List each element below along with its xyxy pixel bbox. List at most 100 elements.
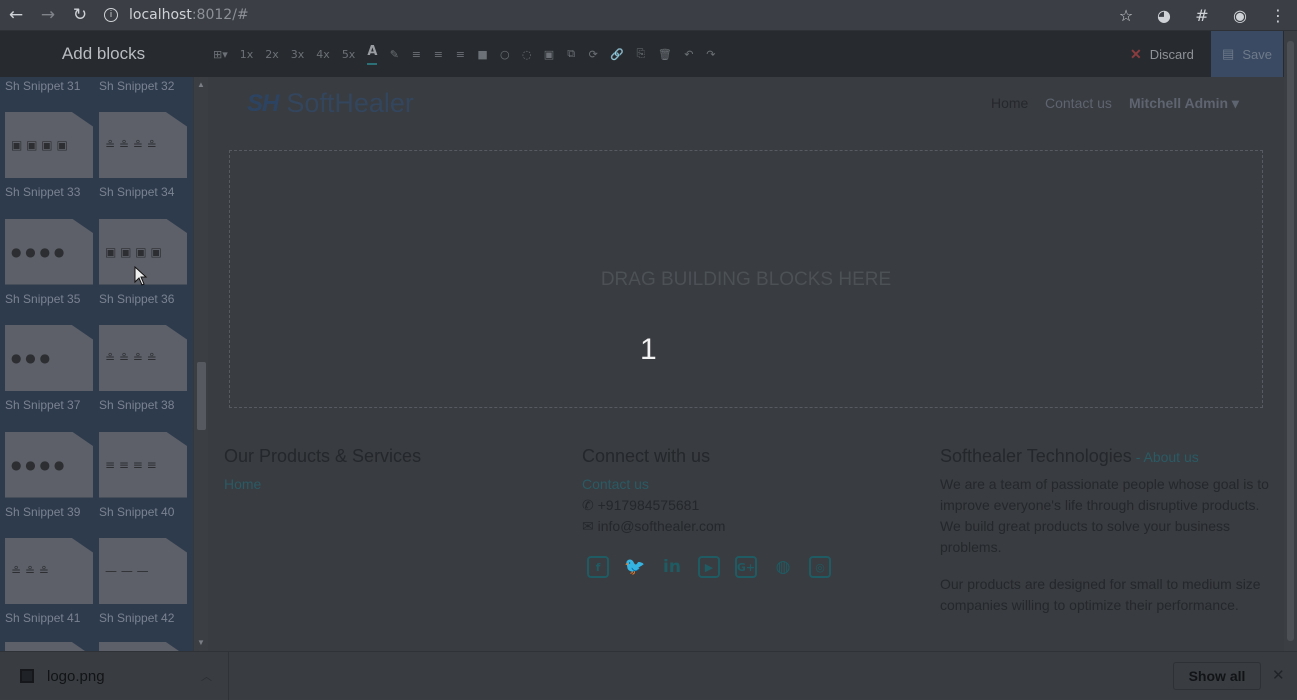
- toolbar-tool[interactable]: ↶: [684, 48, 694, 61]
- toolbar-tool[interactable]: ⧉: [566, 47, 576, 61]
- sh-badge: SH: [81, 432, 91, 440]
- snippet-thumbnail[interactable]: [5, 642, 93, 651]
- snippet-thumbnail[interactable]: SH ● ● ●: [5, 325, 93, 391]
- sidebar-scrollbar[interactable]: ▲ ▼: [193, 77, 208, 651]
- email-address: info@softhealer.com: [597, 518, 726, 534]
- footer-about-title: Softhealer Technologies - About us: [940, 446, 1199, 467]
- snippet-preview: ≗ ≗ ≗ ≗: [105, 351, 157, 365]
- url-port: :8012/#: [191, 7, 249, 23]
- nav-contact[interactable]: Contact us: [1045, 95, 1112, 111]
- snippet-thumbnail[interactable]: SH ● ● ● ●: [5, 431, 93, 498]
- sh-badge: SH: [81, 219, 91, 227]
- sh-badge: SH: [175, 219, 185, 227]
- discard-button[interactable]: ✕ Discard: [1120, 31, 1204, 77]
- snippet-thumbnail[interactable]: SH ● ● ● ●: [5, 218, 93, 285]
- site-logo[interactable]: SH SoftHealer: [247, 88, 414, 119]
- show-all-button[interactable]: Show all: [1173, 662, 1261, 690]
- extension-icon[interactable]: ◕: [1145, 6, 1183, 25]
- nav-home[interactable]: Home: [991, 95, 1028, 111]
- toolbar-tool[interactable]: 3x: [291, 48, 305, 61]
- about-separator: -: [1131, 449, 1144, 465]
- save-label: Save: [1242, 46, 1272, 62]
- toolbar-tool[interactable]: ■: [477, 48, 487, 61]
- snippet-thumbnail[interactable]: SH ≡ ≡ ≡ ≡: [99, 431, 187, 498]
- step-counter: 1: [640, 333, 657, 366]
- toolbar-tool[interactable]: ⊞▾: [213, 48, 228, 61]
- profile-icon[interactable]: ◉: [1221, 6, 1259, 25]
- footer-email[interactable]: ✉ info@softhealer.com: [582, 518, 725, 535]
- forward-icon[interactable]: →: [32, 0, 64, 31]
- back-icon[interactable]: ←: [0, 0, 32, 31]
- toolbar-tool[interactable]: ▣: [544, 48, 554, 61]
- snippet-thumbnail[interactable]: SH ≗ ≗ ≗ ≗: [99, 325, 187, 391]
- scroll-up-icon[interactable]: ▲: [197, 80, 205, 89]
- nav-user-menu[interactable]: Mitchell Admin ▾: [1129, 95, 1239, 112]
- footer-contact-link[interactable]: Contact us: [582, 476, 649, 492]
- page-scrollbar[interactable]: [1284, 31, 1297, 651]
- sh-badge: SH: [175, 539, 185, 546]
- snippet-thumbnail[interactable]: SH ▣ ▣ ▣ ▣: [5, 112, 93, 178]
- toolbar-tool[interactable]: 🔗: [610, 48, 624, 61]
- toolbar-tool[interactable]: ≡: [455, 48, 465, 61]
- instagram-icon[interactable]: ◎: [809, 556, 831, 578]
- drop-zone[interactable]: DRAG BUILDING BLOCKS HERE: [229, 150, 1263, 408]
- scroll-down-icon[interactable]: ▼: [197, 638, 205, 647]
- grid-extension-icon[interactable]: #: [1183, 6, 1221, 25]
- download-item[interactable]: logo.png ︿: [0, 652, 229, 700]
- toolbar-tool[interactable]: 2x: [265, 48, 279, 61]
- toolbar-tool[interactable]: ⎘: [636, 47, 646, 61]
- reload-icon[interactable]: ↻: [64, 0, 96, 31]
- toolbar-tool[interactable]: ○: [500, 48, 510, 61]
- scrollbar-thumb[interactable]: [197, 362, 206, 430]
- snippet-label: Sh Snippet 42: [99, 611, 175, 625]
- sh-badge: SH: [81, 539, 91, 546]
- youtube-icon[interactable]: ▶: [698, 556, 720, 578]
- snippet-preview: ≗ ≗ ≗ ≗: [105, 138, 157, 152]
- snippet-preview: ▣ ▣ ▣ ▣: [105, 244, 162, 259]
- chevron-up-icon[interactable]: ︿: [201, 668, 212, 684]
- snippet-label: Sh Snippet 34: [99, 185, 175, 199]
- close-icon[interactable]: ✕: [1272, 666, 1285, 684]
- browser-toolbar: ← → ↻ i localhost:8012/# ☆ ◕ # ◉ ⋮: [0, 0, 1297, 31]
- snippet-label: Sh Snippet 32: [99, 79, 175, 93]
- info-icon[interactable]: i: [104, 8, 118, 22]
- toolbar-tool[interactable]: ✎: [389, 48, 399, 61]
- github-icon[interactable]: ◍: [772, 556, 794, 578]
- social-links: f 🐦 in ▶ G+ ◍ ◎: [587, 556, 846, 578]
- toolbar-tool[interactable]: A: [367, 44, 378, 65]
- toolbar-tool[interactable]: 🗑: [658, 48, 672, 61]
- toolbar-tool[interactable]: ≡: [411, 48, 421, 61]
- toolbar-tool[interactable]: 5x: [342, 48, 356, 61]
- snippet-thumbnail[interactable]: SH ≗ ≗ ≗ ≗: [99, 112, 187, 178]
- toolbar-tool[interactable]: 1x: [240, 48, 254, 61]
- download-file-name: logo.png: [47, 667, 105, 685]
- linkedin-icon[interactable]: in: [661, 556, 683, 578]
- snippet-label: Sh Snippet 37: [5, 398, 81, 412]
- drop-zone-text: DRAG BUILDING BLOCKS HERE: [600, 269, 892, 290]
- snippet-label: Sh Snippet 39: [5, 504, 81, 519]
- toolbar-tool[interactable]: ≡: [433, 48, 443, 61]
- toolbar-tool[interactable]: 4x: [316, 48, 330, 61]
- toolbar-tool[interactable]: ↷: [706, 48, 716, 61]
- twitter-icon[interactable]: 🐦: [624, 556, 646, 578]
- facebook-icon[interactable]: f: [587, 556, 609, 578]
- about-us-link[interactable]: About us: [1143, 449, 1198, 465]
- snippet-thumbnail[interactable]: SH ≗ ≗ ≗: [5, 538, 93, 604]
- menu-kebab-icon[interactable]: ⋮: [1259, 6, 1297, 25]
- footer-home-link[interactable]: Home: [224, 476, 261, 492]
- snippet-thumbnail[interactable]: SH — — —: [99, 538, 187, 604]
- google-plus-icon[interactable]: G+: [735, 556, 757, 578]
- sh-badge: SH: [81, 113, 91, 120]
- snippet-thumbnail[interactable]: [99, 642, 187, 651]
- snippet-sidebar: Sh Snippet 31 Sh Snippet 32 SH ▣ ▣ ▣ ▣ Sh …: [0, 77, 193, 651]
- footer-connect-title: Connect with us: [582, 446, 711, 466]
- snippet-preview: ● ● ●: [11, 351, 51, 365]
- envelope-icon: ✉: [582, 518, 598, 534]
- bookmark-star-icon[interactable]: ☆: [1107, 6, 1145, 25]
- toolbar-tool[interactable]: ⟳: [588, 48, 598, 61]
- toolbar-tool[interactable]: ◌: [522, 48, 532, 61]
- address-bar[interactable]: i localhost:8012/#: [104, 7, 249, 23]
- page-scrollbar-thumb[interactable]: [1287, 41, 1294, 641]
- snippet-label: Sh Snippet 33: [5, 185, 81, 199]
- save-button[interactable]: ▤ Save: [1211, 31, 1283, 77]
